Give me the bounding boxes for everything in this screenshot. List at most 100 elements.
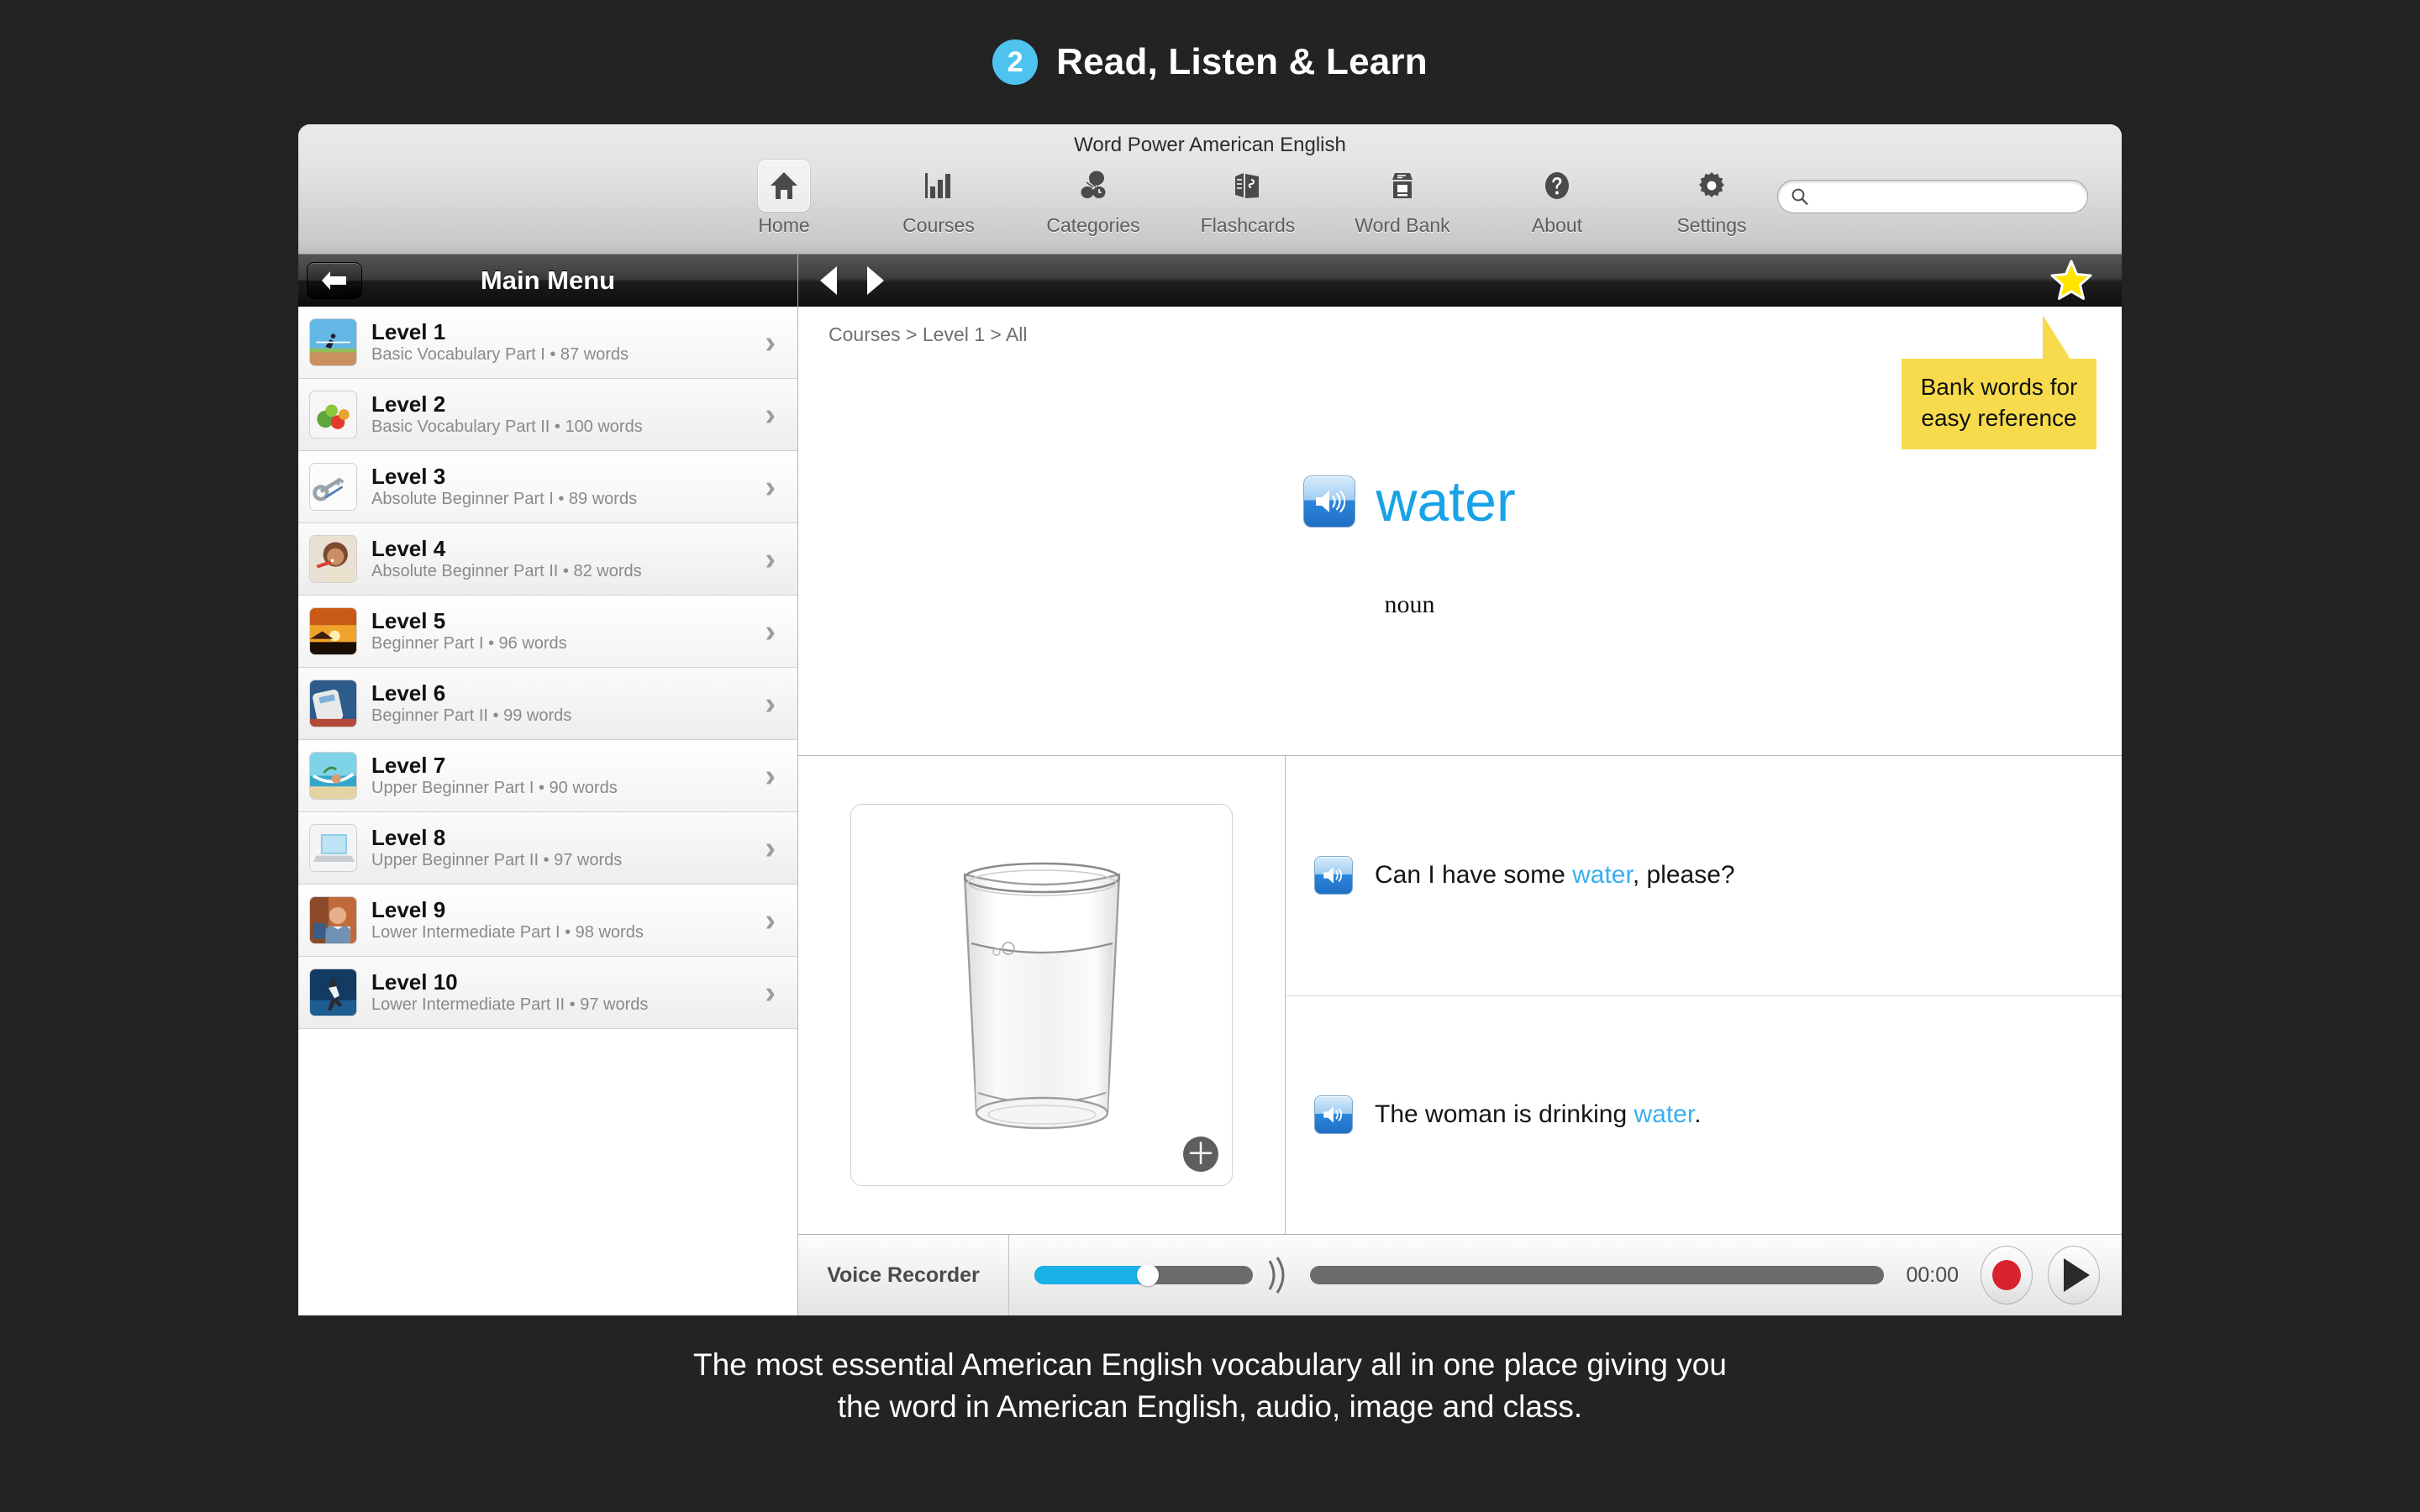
chevron-right-icon: › [765, 613, 776, 649]
voice-recorder-label: Voice Recorder [798, 1235, 1009, 1315]
level-subtitle: Lower Intermediate Part I • 98 words [371, 923, 644, 942]
sentence-after: . [1694, 1100, 1702, 1129]
volume-slider-knob[interactable] [1137, 1264, 1160, 1286]
toolbar: Word Power American English Home Courses [298, 124, 2122, 255]
volume-slider-fill [1034, 1266, 1149, 1284]
speaker-icon[interactable] [1314, 1095, 1353, 1135]
sidebar-item-level-8[interactable]: Level 8 Upper Beginner Part II • 97 word… [298, 812, 797, 885]
image-panel: ＋ [798, 756, 1286, 1234]
record-button[interactable] [1981, 1246, 2033, 1305]
content-navbar [798, 255, 2122, 307]
level-subtitle: Beginner Part II • 99 words [371, 706, 572, 726]
level-subtitle: Beginner Part I • 96 words [371, 634, 567, 654]
sidebar-item-level-7[interactable]: Level 7 Upper Beginner Part I • 90 words… [298, 740, 797, 812]
back-button[interactable] [307, 262, 362, 299]
back-arrow-icon [322, 271, 346, 290]
recorder-controls: 00:00 [1009, 1246, 2122, 1305]
star-icon[interactable] [2049, 260, 2093, 302]
level-name: Level 7 [371, 752, 446, 778]
callout-text: Bank words for easy reference [1920, 374, 2078, 431]
sentence-text: The woman is drinking water. [1375, 1100, 1702, 1129]
chevron-right-icon: › [765, 758, 776, 794]
runner-track-photo [309, 969, 357, 1016]
toolbar-item-flashcards[interactable]: Flashcards [1189, 160, 1307, 237]
athlete-hurdle-photo [309, 318, 357, 366]
right-triangle-icon[interactable] [867, 265, 884, 295]
example-sentence-2[interactable]: The woman is drinking water. [1286, 995, 2122, 1235]
toolbar-item-label: About [1531, 214, 1583, 236]
callout-pointer [2043, 315, 2071, 360]
toolbar-item-label: Flashcards [1200, 214, 1296, 236]
level-name: Level 3 [371, 463, 446, 489]
voice-recorder-bar: Voice Recorder 00:00 [798, 1234, 2122, 1315]
sidebar-item-level-9[interactable]: Level 9 Lower Intermediate Part I • 98 w… [298, 885, 797, 957]
zoom-image-button[interactable]: ＋ [1183, 1137, 1218, 1172]
question-mark-icon [1531, 160, 1583, 212]
search-input[interactable] [1777, 180, 2088, 213]
sidebar: Main Menu Level 1 Basic Vocabulary Part … [298, 255, 798, 1315]
glass-illustration [963, 862, 1120, 1129]
toolbar-item-label: Settings [1676, 214, 1747, 236]
toolbar-item-label: Courses [902, 214, 975, 236]
chevron-right-icon: › [765, 324, 776, 360]
laptop-photo [309, 824, 357, 872]
sentence-after: , please? [1632, 861, 1735, 890]
recording-time: 00:00 [1906, 1263, 1959, 1287]
toolbar-item-courses[interactable]: Courses [880, 160, 997, 237]
level-subtitle: Absolute Beginner Part I • 89 words [371, 490, 638, 509]
gear-icon [1686, 160, 1738, 212]
toolbar-item-settings[interactable]: Settings [1653, 160, 1770, 237]
sidebar-item-level-2[interactable]: Level 2 Basic Vocabulary Part II • 100 w… [298, 379, 797, 451]
sentence-highlight: water [1634, 1100, 1695, 1129]
sentence-before: Can I have some [1375, 861, 1573, 890]
keys-photo [309, 463, 357, 511]
bottom-caption: The most essential American English voca… [0, 1344, 2420, 1428]
level-subtitle: Lower Intermediate Part II • 97 words [371, 995, 649, 1015]
level-name: Level 10 [371, 969, 458, 995]
part-of-speech: noun [1384, 591, 1435, 618]
man-classroom-photo [309, 896, 357, 944]
categories-icon [1067, 160, 1119, 212]
search-box[interactable] [1777, 180, 2088, 213]
sidebar-item-level-3[interactable]: Level 3 Absolute Beginner Part I • 89 wo… [298, 451, 797, 523]
caption-line-2: the word in American English, audio, ima… [837, 1389, 1583, 1424]
sidebar-item-level-6[interactable]: Level 6 Beginner Part II • 99 words › [298, 668, 797, 740]
toolbar-item-label: Word Bank [1355, 214, 1450, 236]
volume-slider[interactable] [1034, 1264, 1253, 1286]
chevron-right-icon: › [765, 902, 776, 938]
toolbar-item-home[interactable]: Home [725, 160, 843, 237]
toolbar-item-categories[interactable]: Categories [1034, 160, 1152, 237]
toolbar-item-about[interactable]: About [1498, 160, 1616, 237]
sunset-photo [309, 607, 357, 655]
sentence-before: The woman is drinking [1375, 1100, 1634, 1129]
play-button[interactable] [2048, 1246, 2100, 1305]
toolbar-item-label: Categories [1046, 214, 1140, 236]
sidebar-item-level-1[interactable]: Level 1 Basic Vocabulary Part I • 87 wor… [298, 307, 797, 379]
glass-of-water-photo[interactable]: ＋ [850, 804, 1233, 1186]
sidebar-item-level-5[interactable]: Level 5 Beginner Part I • 96 words › [298, 596, 797, 668]
top-banner: 2 Read, Listen & Learn [0, 0, 2420, 124]
left-triangle-icon[interactable] [820, 265, 837, 295]
speaker-icon[interactable] [1314, 856, 1353, 895]
main-panel: Courses > Level 1 > All Bank words for e… [798, 255, 2122, 1315]
bar-chart-icon [913, 160, 965, 212]
toolbar-item-word-bank[interactable]: Word Bank [1344, 160, 1461, 237]
speaker-icon[interactable] [1303, 475, 1356, 528]
level-name: Level 9 [371, 896, 446, 922]
playback-seek-bar[interactable] [1310, 1266, 1885, 1284]
remote-control-photo [309, 680, 357, 727]
example-sentence-1[interactable]: Can I have some water, please? [1286, 756, 2122, 995]
woman-toothbrush-photo [309, 535, 357, 583]
vegetables-photo [309, 391, 357, 438]
lower-content: ＋ Can I have some water, please? The wom… [798, 756, 2122, 1234]
sidebar-item-level-4[interactable]: Level 4 Absolute Beginner Part II • 82 w… [298, 523, 797, 596]
home-icon [758, 160, 810, 212]
breadcrumb[interactable]: Courses > Level 1 > All [829, 323, 1028, 346]
level-list: Level 1 Basic Vocabulary Part I • 87 wor… [298, 307, 797, 1315]
app-window: Word Power American English Home Courses [298, 124, 2122, 1315]
sidebar-item-level-10[interactable]: Level 10 Lower Intermediate Part II • 97… [298, 957, 797, 1029]
sidebar-header: Main Menu [298, 255, 797, 307]
chevron-right-icon: › [765, 830, 776, 866]
level-name: Level 6 [371, 680, 446, 706]
beach-hammock-photo [309, 752, 357, 800]
